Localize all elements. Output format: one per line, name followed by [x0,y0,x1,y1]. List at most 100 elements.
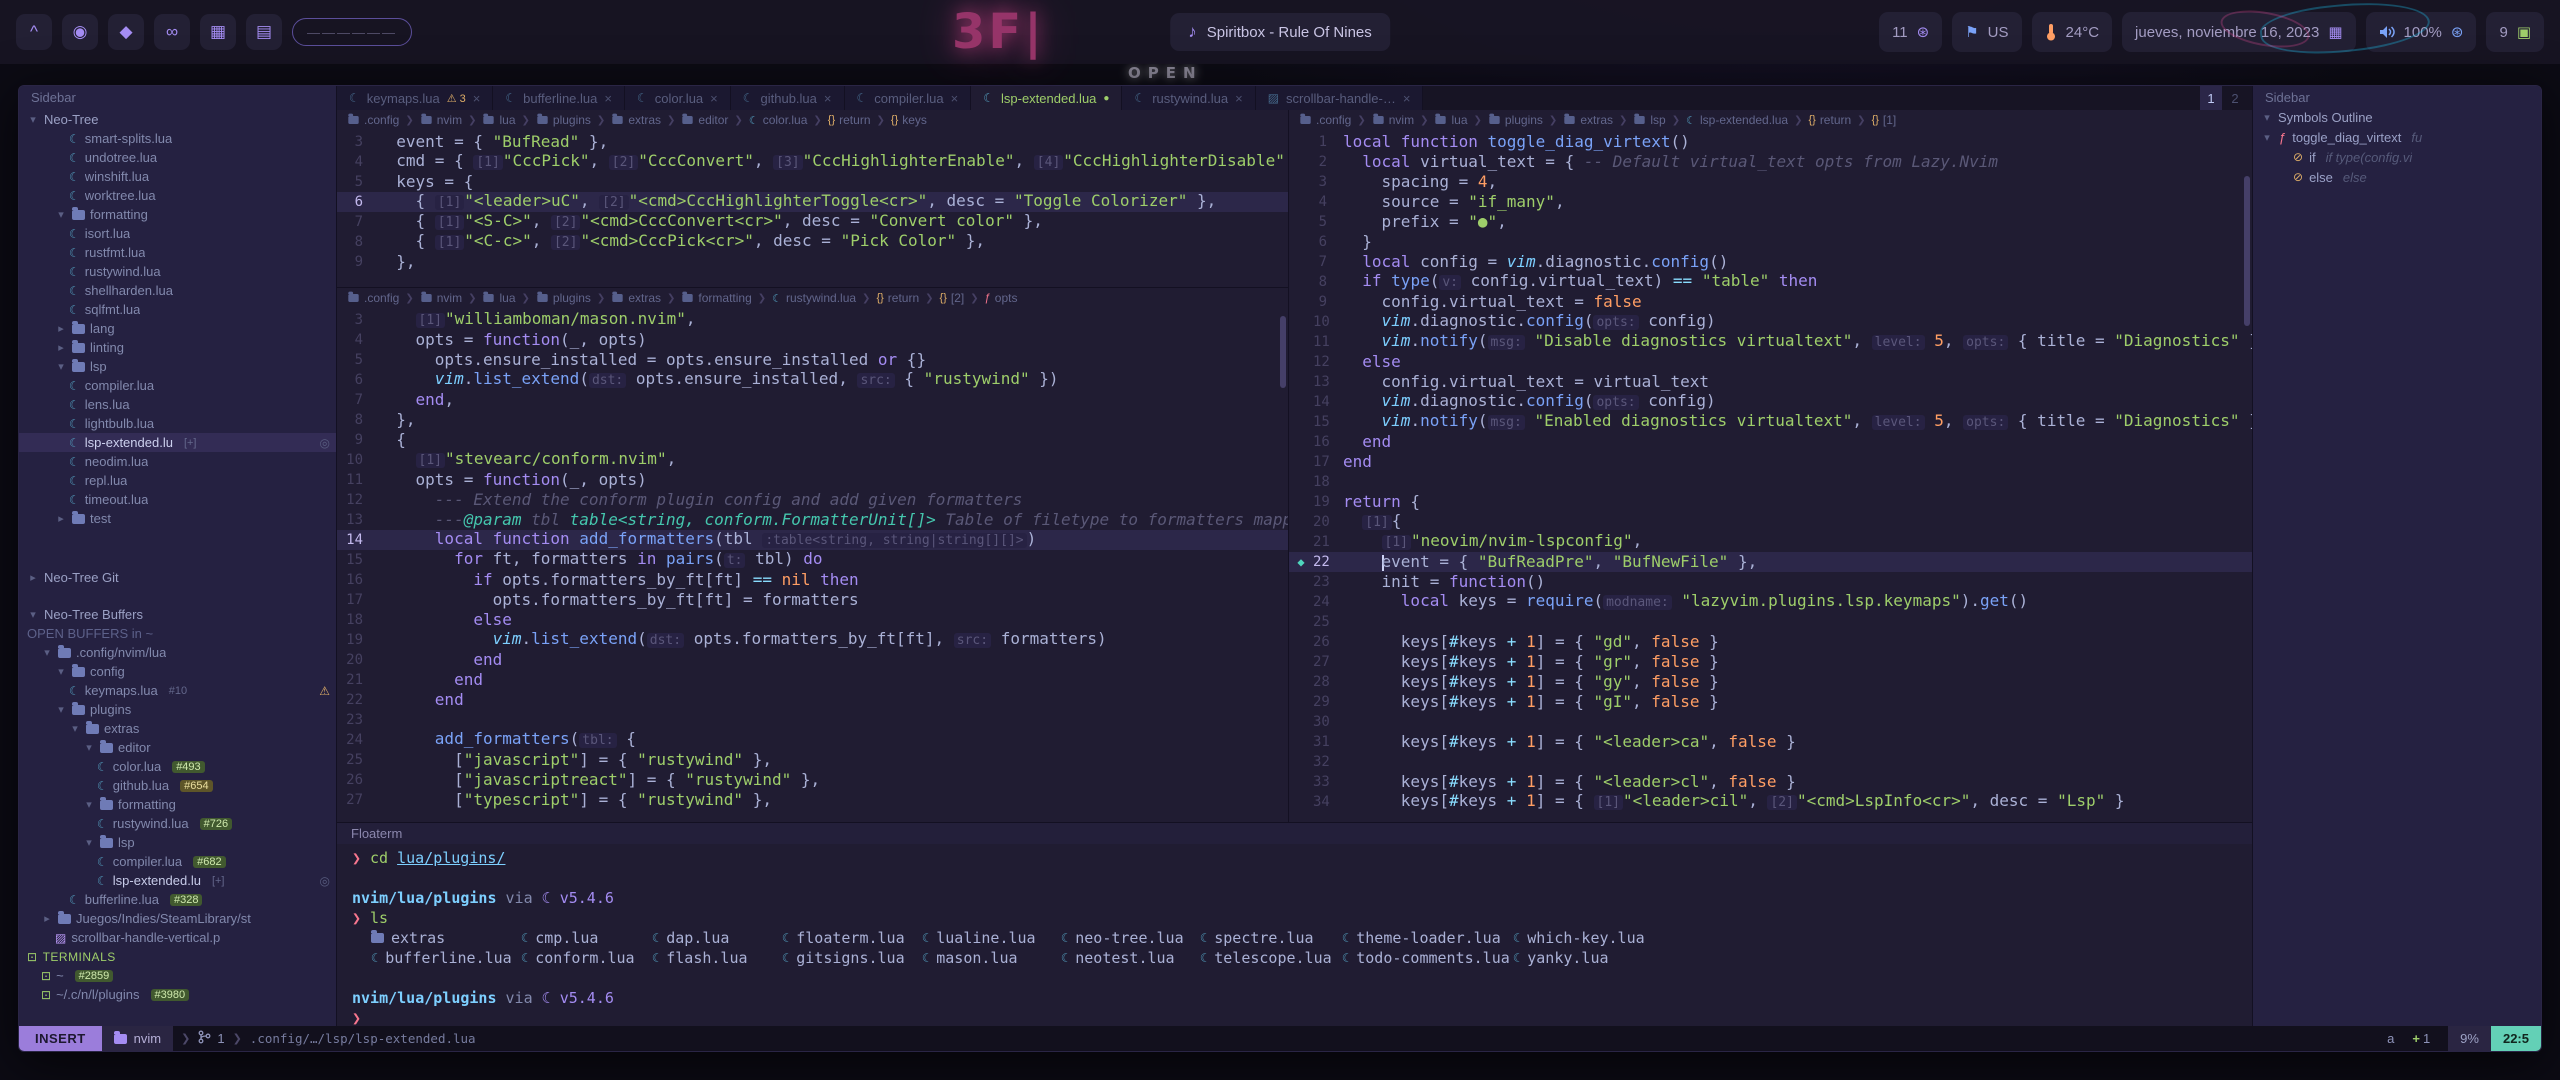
code-line[interactable]: 6 } [1289,232,2252,252]
code-line[interactable]: 7 local config = vim.diagnostic.config() [1289,252,2252,272]
tree-item[interactable]: ☾rustywind.lua [19,262,336,281]
tree-item[interactable]: ▾formatting [19,795,336,814]
editor-pane-rustywind[interactable]: .config❯nvim❯lua❯plugins❯extras❯formatti… [337,288,1288,822]
breadcrumb-item[interactable]: ☾lsp-extended.lua [1686,113,1788,127]
code-line[interactable]: 23 init = function() [1289,572,2252,592]
file-entry[interactable]: ☾theme-loader.lua [1342,929,1513,947]
code-line[interactable]: 18 else [337,610,1288,630]
code-line[interactable]: 3 spacing = 4, [1289,172,2252,192]
close-icon[interactable]: × [1235,91,1243,106]
code-line[interactable]: ◆22 event = { "BufReadPre", "BufNewFile"… [1289,552,2252,572]
tree-item[interactable]: ☾bufferline.lua#328 [19,890,336,909]
taskbar-window-pill[interactable]: —————— [292,18,412,46]
pomodoro-button[interactable]: ◉ [62,14,98,50]
code-line[interactable]: 8 if type(v: config.virtual_text) == "ta… [1289,272,2252,292]
terminal-output[interactable]: ❯cdlua/plugins/nvim/lua/plugins via ☾ v5… [337,844,2252,1026]
outline-item[interactable]: ⊘elseelse [2253,167,2541,187]
code-line[interactable]: 33 keys[#keys + 1] = { "<leader>cl", fal… [1289,772,2252,792]
editor-pane-color[interactable]: .config❯nvim❯lua❯plugins❯extras❯editor❯☾… [337,110,1288,288]
file-entry[interactable]: ☾conform.lua [521,949,652,967]
code-line[interactable]: 29 keys[#keys + 1] = { "gI", false } [1289,692,2252,712]
tree-item[interactable]: ▸lang [19,319,336,338]
weather-widget[interactable]: 24°C [2032,12,2113,52]
tree-item[interactable]: ▾plugins [19,700,336,719]
breadcrumb-item[interactable]: plugins [1488,113,1543,127]
code-line[interactable]: 16 end [1289,432,2252,452]
code-line[interactable]: 15 vim.notify(msg: "Enabled diagnostics … [1289,412,2252,432]
terminal-line[interactable]: ❯ls [352,908,2252,928]
outline-item[interactable]: ⊘ifif type(config.vi [2253,147,2541,167]
outline-section-header[interactable]: ▾ Symbols Outline [2253,108,2541,127]
tree-item[interactable]: ☾smart-splits.lua [19,129,336,148]
breadcrumb-item[interactable]: {}keys [891,113,927,127]
tab-compiler-lua[interactable]: ☾compiler.lua× [845,86,972,110]
tree-item[interactable]: ▨scrollbar-handle-vertical.p [19,928,336,947]
tree-item[interactable]: ☾worktree.lua [19,186,336,205]
tree-section-header[interactable]: ▾Neo-Tree [19,110,336,129]
code-line[interactable]: 28 keys[#keys + 1] = { "gy", false } [1289,672,2252,692]
code-line[interactable]: 8 }, [337,410,1288,430]
tree-item[interactable]: ☾keymaps.lua#10⚠ [19,681,336,700]
file-entry[interactable]: ☾neo-tree.lua [1061,929,1200,947]
code-line[interactable]: 20 end [337,650,1288,670]
breadcrumb-item[interactable]: nvim [1372,113,1414,127]
tree-section-header[interactable]: ▸Neo-Tree Git [19,568,336,587]
tab-bufferline-lua[interactable]: ☾bufferline.lua× [493,86,625,110]
breadcrumb-item[interactable]: lua [1434,113,1467,127]
tree-item[interactable]: OPEN BUFFERS in ~ [19,624,336,643]
file-entry[interactable]: ☾cmp.lua [521,929,652,947]
close-icon[interactable]: × [951,91,959,106]
tree-item[interactable]: ☾winshift.lua [19,167,336,186]
notes-button[interactable]: ▤ [246,14,282,50]
code-line[interactable]: 27 keys[#keys + 1] = { "gr", false } [1289,652,2252,672]
vpn-button[interactable]: ∞ [154,14,190,50]
tree-item[interactable]: ▾lsp [19,833,336,852]
code-line[interactable]: 9 { [337,430,1288,450]
tree-item[interactable]: ☾isort.lua [19,224,336,243]
code-line[interactable]: 27 ["typescript"] = { "rustywind" }, [337,790,1288,810]
file-entry[interactable]: ☾todo-comments.lua [1342,949,1513,967]
code-line[interactable]: 3 event = { "BufRead" }, [337,132,1288,152]
breadcrumb-item[interactable]: editor [681,113,728,127]
file-entry[interactable]: ☾floaterm.lua [782,929,922,947]
code-line[interactable]: 5 prefix = "●", [1289,212,2252,232]
updates-widget[interactable]: 11⊛ [1879,12,1942,52]
clock-widget[interactable]: 9▣ [2486,12,2544,52]
breadcrumb-item[interactable]: extras [611,291,661,305]
breadcrumb-item[interactable]: nvim [420,291,462,305]
code-line[interactable]: 22 end [337,690,1288,710]
apps-grid-button[interactable]: ▦ [200,14,236,50]
code-line[interactable]: 31 keys[#keys + 1] = { "<leader>ca", fal… [1289,732,2252,752]
breadcrumb-item[interactable]: ƒopts [985,291,1018,305]
code-line[interactable]: 5 keys = { [337,172,1288,192]
tree-item[interactable]: ☾neodim.lua [19,452,336,471]
code-line[interactable]: 19return { [1289,492,2252,512]
tree-item[interactable]: ▸linting [19,338,336,357]
breadcrumb-item[interactable]: {}return [1808,113,1851,127]
dashboard-button[interactable]: ◆ [108,14,144,50]
file-entry[interactable]: ☾which-key.lua [1513,929,2252,947]
code-line[interactable]: 34 keys[#keys + 1] = { [1]"<leader>cil",… [1289,792,2252,812]
close-icon[interactable]: × [710,91,718,106]
file-entry[interactable]: ☾mason.lua [922,949,1061,967]
code-line[interactable]: 6 { [1]"<leader>uC", [2]"<cmd>CccHighlig… [337,192,1288,212]
file-entry[interactable]: extras [371,929,521,947]
tree-item[interactable]: ☾sqlfmt.lua [19,300,336,319]
code-line[interactable]: 2 local virtual_text = { -- Default virt… [1289,152,2252,172]
tab-lsp-extended-lua[interactable]: ☾lsp-extended.lua● [971,86,1122,110]
tree-item[interactable]: ▾.config/nvim/lua [19,643,336,662]
code-line[interactable]: 17end [1289,452,2252,472]
tree-item[interactable]: ☾github.lua#654 [19,776,336,795]
keyboard-layout[interactable]: ⚑US [1952,12,2021,52]
code-line[interactable]: 25 [1289,612,2252,632]
code-line[interactable]: 10 [1]"stevearc/conform.nvim", [337,450,1288,470]
code-line[interactable]: 26 keys[#keys + 1] = { "gd", false } [1289,632,2252,652]
code-line[interactable]: 5 opts.ensure_installed = opts.ensure_in… [337,350,1288,370]
breadcrumb-item[interactable]: .config [1299,113,1351,127]
code-buffer-lsp-extended[interactable]: 1local function toggle_diag_virtext()2 l… [1289,130,2252,812]
tree-item[interactable]: ☾rustywind.lua#726 [19,814,336,833]
breadcrumb-item[interactable]: formatting [681,291,751,305]
file-entry[interactable]: ☾flash.lua [652,949,782,967]
code-line[interactable]: 12 else [1289,352,2252,372]
code-line[interactable]: 11 vim.notify(msg: "Disable diagnostics … [1289,332,2252,352]
